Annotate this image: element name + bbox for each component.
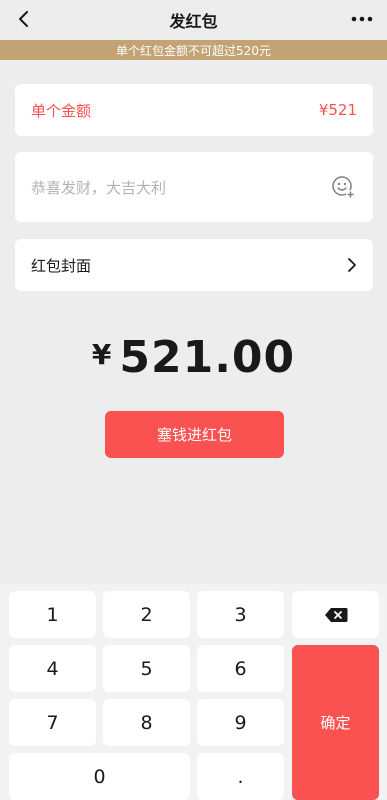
key-9[interactable]: 9 <box>197 699 284 746</box>
key-decimal[interactable]: . <box>197 753 284 800</box>
key-0[interactable]: 0 <box>9 753 190 800</box>
chevron-right-icon <box>348 258 356 272</box>
total-amount: ¥521.00 <box>0 332 387 383</box>
amount-field[interactable]: 单个金额 ¥521 <box>15 84 373 136</box>
currency-symbol: ¥ <box>91 338 112 371</box>
back-button[interactable] <box>8 4 40 34</box>
key-2[interactable]: 2 <box>103 591 190 638</box>
amount-value: ¥521 <box>318 101 357 119</box>
nav-bar: 发红包 <box>0 0 387 40</box>
greeting-field[interactable]: 恭喜发财，大吉大利 <box>15 152 373 222</box>
key-4[interactable]: 4 <box>9 645 96 692</box>
numeric-keypad: 1 2 3 4 5 6 7 8 9 0 . 确定 <box>0 584 387 800</box>
greeting-placeholder: 恭喜发财，大吉大利 <box>31 178 167 197</box>
send-red-packet-button[interactable]: 塞钱进红包 <box>105 411 284 458</box>
page-title: 发红包 <box>169 12 218 31</box>
key-3[interactable]: 3 <box>197 591 284 638</box>
more-horizontal-icon <box>351 16 373 22</box>
key-7[interactable]: 7 <box>9 699 96 746</box>
cover-row[interactable]: 红包封面 <box>15 239 373 291</box>
backspace-icon <box>324 607 347 622</box>
more-button[interactable] <box>347 6 377 32</box>
cover-label: 红包封面 <box>31 256 92 275</box>
chevron-left-icon <box>19 11 28 27</box>
amount-label: 单个金额 <box>31 101 92 120</box>
total-value: 521.00 <box>119 332 296 383</box>
emoji-button[interactable] <box>329 173 357 201</box>
confirm-button[interactable]: 确定 <box>292 645 379 800</box>
key-6[interactable]: 6 <box>197 645 284 692</box>
key-1[interactable]: 1 <box>9 591 96 638</box>
key-8[interactable]: 8 <box>103 699 190 746</box>
key-5[interactable]: 5 <box>103 645 190 692</box>
backspace-key[interactable] <box>292 591 379 638</box>
emoji-icon <box>332 176 355 199</box>
amount-limit-warning: 单个红包金额不可超过520元 <box>0 40 387 60</box>
